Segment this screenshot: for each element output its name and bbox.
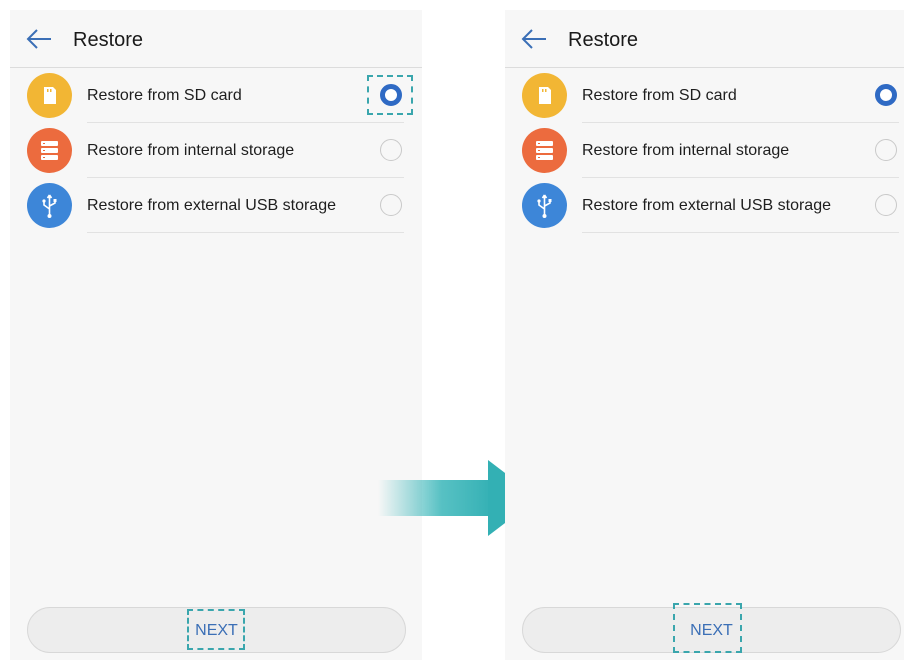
option-sd-card[interactable]: Restore from SD card (10, 68, 422, 123)
internal-storage-icon (522, 128, 567, 173)
sd-card-radio[interactable] (875, 84, 897, 106)
usb-storage-radio[interactable] (380, 194, 402, 216)
option-label: Restore from external USB storage (87, 197, 336, 214)
sd-card-icon (522, 73, 567, 118)
internal-storage-radio[interactable] (380, 139, 402, 161)
usb-icon (27, 183, 72, 228)
internal-storage-radio[interactable] (875, 139, 897, 161)
restore-screen-after: Restore Restore from SD card Restore fro… (505, 10, 904, 660)
app-header: Restore (10, 10, 422, 68)
highlight-box-radio (367, 75, 413, 115)
divider (87, 232, 404, 233)
app-header: Restore (505, 10, 904, 68)
highlight-box-next (673, 603, 742, 653)
option-label: Restore from internal storage (582, 142, 790, 159)
usb-icon (522, 183, 567, 228)
highlight-box-next (187, 609, 245, 650)
arrow-left-icon (26, 29, 51, 49)
option-internal-storage[interactable]: Restore from internal storage (505, 123, 904, 178)
internal-storage-icon (27, 128, 72, 173)
option-label: Restore from SD card (87, 87, 242, 104)
usb-storage-radio[interactable] (875, 194, 897, 216)
back-button[interactable] (24, 26, 54, 52)
option-label: Restore from SD card (582, 87, 737, 104)
option-usb-storage[interactable]: Restore from external USB storage (10, 178, 422, 233)
sd-card-icon (27, 73, 72, 118)
divider (582, 232, 899, 233)
arrow-left-icon (521, 29, 546, 49)
restore-screen-before: Restore Restore from SD card Restore fro… (10, 10, 422, 660)
option-internal-storage[interactable]: Restore from internal storage (10, 123, 422, 178)
back-button[interactable] (519, 26, 549, 52)
option-usb-storage[interactable]: Restore from external USB storage (505, 178, 904, 233)
option-label: Restore from external USB storage (582, 197, 831, 214)
page-title: Restore (73, 29, 144, 51)
option-sd-card[interactable]: Restore from SD card (505, 68, 904, 123)
page-title: Restore (568, 29, 639, 51)
option-label: Restore from internal storage (87, 142, 295, 159)
